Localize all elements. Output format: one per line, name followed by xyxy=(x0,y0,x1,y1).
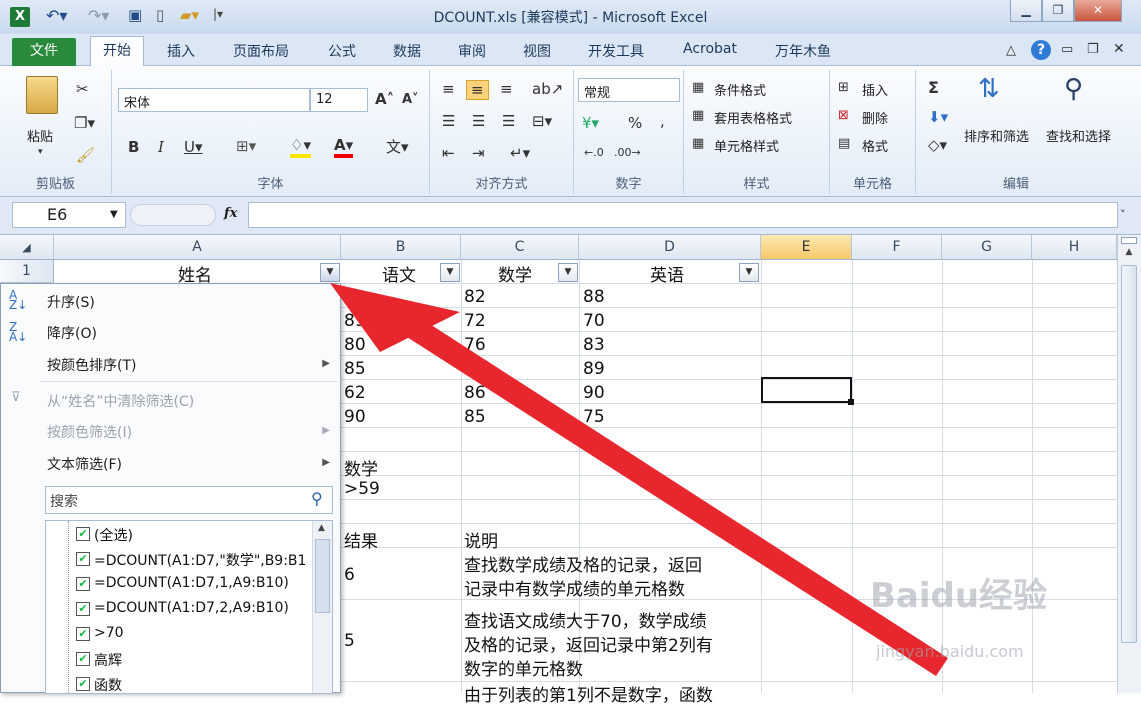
watermark-logo: Baidu经验 xyxy=(870,576,1048,616)
watermark-url: jingyan.baidu.com xyxy=(876,642,1024,661)
annotation-arrow-shaft xyxy=(396,310,948,676)
